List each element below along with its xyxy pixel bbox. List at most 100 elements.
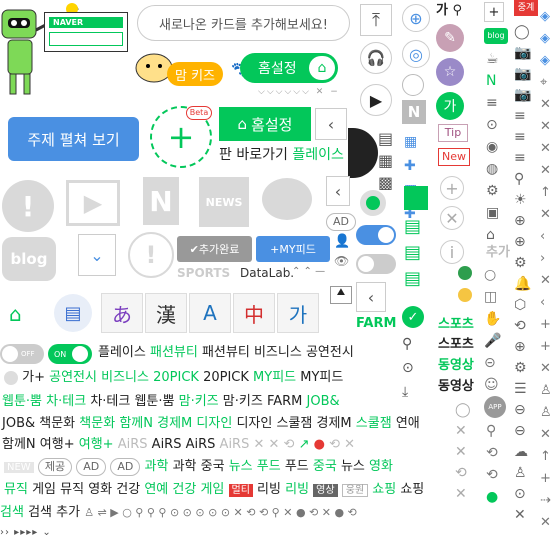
row4-item-10[interactable]: 연애	[396, 416, 420, 431]
row4-item-3[interactable]: 함께N	[119, 416, 153, 431]
row1-item-1[interactable]: 패션뷰티	[150, 345, 198, 360]
row3-item-3[interactable]: 웹툰·뿜	[134, 394, 174, 409]
chevron-left-small-button[interactable]: ‹	[326, 176, 350, 206]
datalab-label: DataLab.	[240, 266, 295, 280]
row5-item-3[interactable]: AiRS	[118, 437, 148, 452]
row3-item-6[interactable]: FARM	[267, 394, 302, 409]
row5-item-6[interactable]: AiRS	[220, 437, 250, 452]
row4-item-6[interactable]: 디자인	[236, 416, 272, 431]
row1-item-2[interactable]: 패션뷰티	[202, 345, 250, 360]
headphones-icon[interactable]: 🎧	[360, 42, 392, 74]
row1-item-4[interactable]: 공연전시	[306, 345, 354, 360]
row1-item-0[interactable]: 플레이스	[98, 345, 146, 360]
row8-item-2[interactable]: 추가	[56, 505, 80, 520]
row5-icons: ✕ ✕ ⟲ ↗ ● ⟲ ✕	[253, 437, 356, 452]
row6-item-4[interactable]: 과학	[145, 459, 169, 474]
row7-item-1[interactable]: 게임	[32, 482, 56, 497]
row7-item-9[interactable]: 리빙	[257, 482, 281, 497]
row3-item-7[interactable]: JOB&	[307, 394, 340, 409]
myfeed-label: MY피드	[279, 243, 316, 256]
row2-item-6[interactable]: MY피드	[300, 370, 343, 385]
row6-item-7[interactable]: 뉴스	[229, 459, 253, 474]
target-icon[interactable]: ◎	[402, 40, 430, 68]
row7-item-10[interactable]: 리빙	[285, 482, 309, 497]
topic-expand-button[interactable]: 주제 펼쳐 보기	[8, 117, 139, 161]
row4-item-4[interactable]: 경제M	[157, 416, 192, 431]
row5-item-1[interactable]: 여행+	[40, 437, 75, 452]
row2-item-0[interactable]: 가+	[22, 370, 45, 385]
plus-circle-icon[interactable]: +	[440, 176, 464, 200]
row6-item-12[interactable]: 영화	[369, 459, 393, 474]
row3-item-5[interactable]: 맘·키즈	[223, 394, 263, 409]
plus-square-button[interactable]: +	[484, 2, 504, 22]
row4-item-0[interactable]: JOB&	[2, 416, 35, 431]
row2-item-2[interactable]: 비즈니스	[101, 370, 149, 385]
toggle-off[interactable]: OFF	[0, 344, 44, 364]
compass-icon[interactable]: ⊕	[402, 4, 430, 32]
row4-item-9[interactable]: 스쿨잼	[356, 416, 392, 431]
row6-item-11[interactable]: 뉴스	[341, 459, 365, 474]
row7-item-7[interactable]: 게임	[200, 482, 224, 497]
char-buttons: あ 漢 A 中 가	[101, 293, 319, 333]
row6-item-9[interactable]: 푸드	[285, 459, 309, 474]
char-button-hanja[interactable]: 漢	[145, 293, 187, 333]
add-card-bubble[interactable]: 새로나온 카드를 추가해보세요!	[137, 5, 350, 41]
row3-item-4[interactable]: 맘·키즈	[179, 394, 219, 409]
row7-item-6[interactable]: 건강	[172, 482, 196, 497]
row8-item-1[interactable]: 검색	[28, 505, 52, 520]
row4-item-2[interactable]: 책문화	[79, 416, 115, 431]
row6-item-6[interactable]: 중국	[201, 459, 225, 474]
row2-item-5[interactable]: MY피드	[253, 370, 296, 385]
row5-item-4[interactable]: AiRS	[152, 437, 182, 452]
toggle-on[interactable]: ON	[48, 344, 92, 364]
tip-tag: Tip	[438, 124, 468, 142]
scroll-top-button[interactable]: ⤒	[360, 4, 392, 36]
char-button-english[interactable]: A	[189, 293, 231, 333]
row3-item-0[interactable]: 웹툰·뿜	[2, 394, 42, 409]
toggle-blue[interactable]	[356, 225, 396, 245]
myfeed-button[interactable]: + MY피드	[256, 236, 330, 262]
row4-item-7[interactable]: 스쿨잼	[276, 416, 312, 431]
row5-item-5[interactable]: AiRS	[186, 437, 216, 452]
row7-item-13[interactable]: 쇼핑	[372, 482, 396, 497]
row7-item-5[interactable]: 연예	[144, 482, 168, 497]
row7-item-0[interactable]: 뮤직	[4, 482, 28, 497]
row2-item-1[interactable]: 공연전시	[49, 370, 97, 385]
add-card-text: 새로나온 카드를 추가해보세요!	[159, 17, 328, 33]
shortcut-row[interactable]: 판 바로가기 플레이스	[219, 146, 344, 164]
chevron-left-mid-button[interactable]: ‹	[356, 282, 386, 312]
row2-item-3[interactable]: 20PICK	[153, 370, 199, 385]
homeset-big-button[interactable]: ⌂ 홈설정	[219, 107, 311, 141]
row4-item-8[interactable]: 경제M	[317, 416, 352, 431]
mamkids-badge[interactable]: 맘 키즈	[167, 62, 223, 86]
homeset-pill-button[interactable]: 홈설정 ⌂	[240, 53, 338, 83]
row2-item-4[interactable]: 20PICK	[203, 370, 249, 385]
row4-item-1[interactable]: 책문화	[39, 416, 75, 431]
toggle-gray[interactable]	[356, 254, 396, 274]
play-button[interactable]: ▶	[360, 84, 392, 116]
row7-item-2[interactable]: 뮤직	[60, 482, 84, 497]
row6-item-5[interactable]: 과학	[173, 459, 197, 474]
added-button[interactable]: ✔ 추가완료	[177, 236, 252, 262]
close-circle-icon[interactable]: ✕	[440, 206, 464, 230]
char-button-korean[interactable]: 가	[277, 293, 319, 333]
dropdown-toggle-button[interactable]: ⌄	[78, 234, 116, 276]
chevron-left-button[interactable]: ‹	[315, 108, 347, 140]
row6-item-8[interactable]: 푸드	[257, 459, 281, 474]
char-button-hiragana[interactable]: あ	[101, 293, 143, 333]
row5-item-0[interactable]: 함께N	[2, 437, 36, 452]
row7-item-4[interactable]: 건강	[116, 482, 140, 497]
row6-item-10[interactable]: 중국	[313, 459, 337, 474]
row1-item-3[interactable]: 비즈니스	[254, 345, 302, 360]
info-circle-icon[interactable]: i	[440, 240, 464, 264]
char-button-chinese[interactable]: 中	[233, 293, 275, 333]
row3-item-2[interactable]: 차·테크	[90, 394, 130, 409]
star-icon: ☆	[436, 58, 464, 86]
row3-item-1[interactable]: 차·테크	[46, 394, 86, 409]
row4-item-5[interactable]: 디자인	[196, 416, 232, 431]
row5-item-2[interactable]: 여행+	[79, 437, 114, 452]
row8-item-0[interactable]: 검색	[0, 505, 24, 520]
row7-item-3[interactable]: 영화	[88, 482, 112, 497]
dot-icon	[4, 370, 18, 385]
row7-item-14[interactable]: 쇼핑	[400, 482, 424, 497]
